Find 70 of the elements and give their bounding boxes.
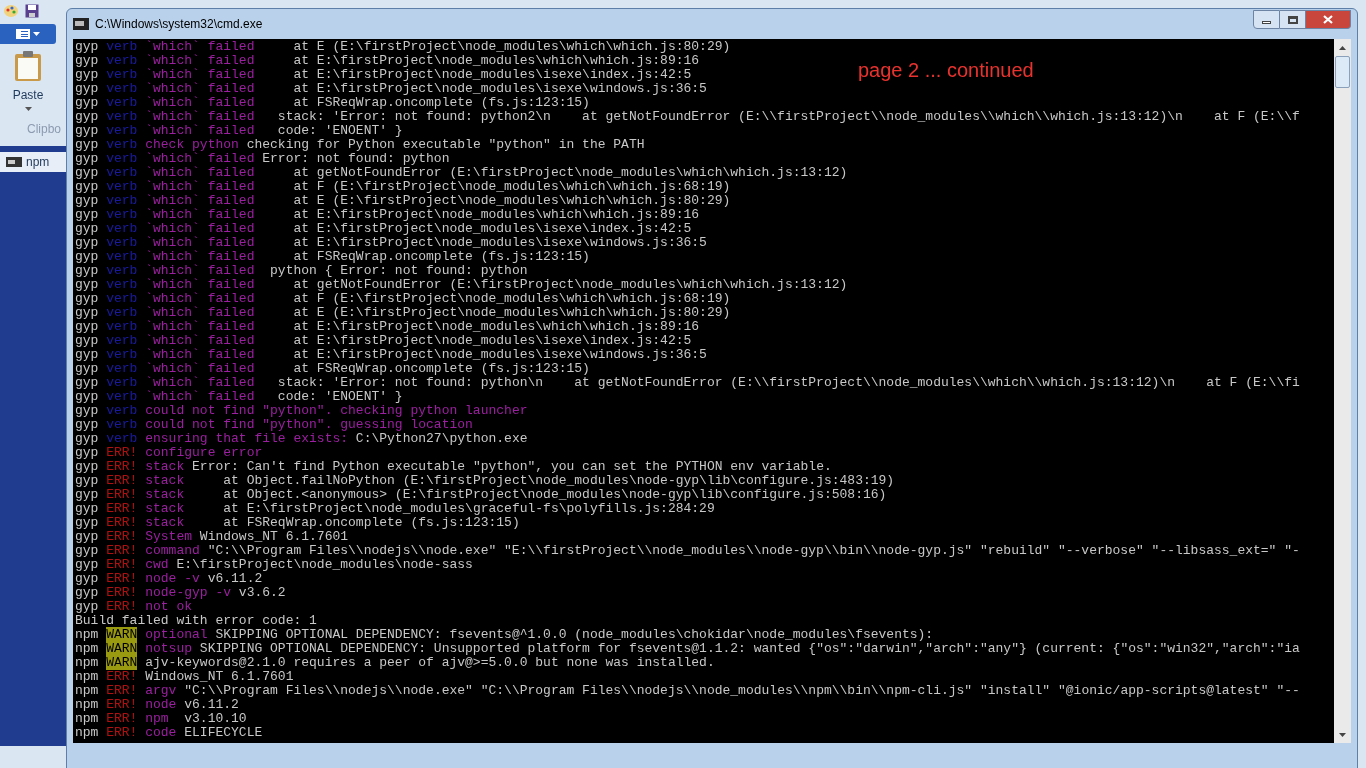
console-line: gyp ERR! stack at Object.<anonymous> (E:\firstProject\node_modules\node-gyp\lib\configure.js:508:16)	[75, 488, 887, 502]
scrollbar[interactable]	[1334, 39, 1351, 743]
console-icon	[6, 157, 22, 167]
scroll-up-icon[interactable]	[1339, 45, 1346, 50]
console-line: gyp verb `which` failed at getNotFoundError (E:\firstProject\node_modules\which\which.js:13:12)	[75, 166, 848, 180]
ribbon-group-label: Clipbo	[27, 121, 63, 138]
task-item[interactable]: npm	[0, 152, 66, 172]
console-line: Build failed with error code: 1	[75, 614, 317, 628]
paint-palette-icon[interactable]	[3, 3, 19, 19]
window-title: C:\Windows\system32\cmd.exe	[95, 16, 263, 33]
console-icon	[73, 18, 89, 30]
console-line: gyp ERR! stack at Object.failNoPython (E:\firstProject\node_modules\node-gyp\lib\configure.js:483:19)	[75, 474, 895, 488]
console-line: gyp ERR! cwd E:\firstProject\node_modules\node-sass	[75, 558, 473, 572]
console-line: gyp verb ensuring that file exists: C:\Python27\python.exe	[75, 432, 528, 446]
console-line: gyp verb `which` failed at E:\firstProject\node_modules\isexe\index.js:42:5	[75, 222, 692, 236]
close-icon	[1323, 15, 1333, 24]
console-line: npm WARN ajv-keywords@2.1.0 requires a peer of ajv@>=5.0.0 but none was installed.	[75, 656, 715, 670]
console-line: gyp verb `which` failed Error: not found: python	[75, 152, 450, 166]
console-line: gyp ERR! node-gyp -v v3.6.2	[75, 586, 286, 600]
console-line: npm ERR! Windows_NT 6.1.7601	[75, 670, 294, 684]
console-line: gyp verb `which` failed at FSReqWrap.oncomplete (fs.js:123:15)	[75, 250, 590, 264]
console-line: gyp verb could not find "python". guessing location	[75, 418, 473, 432]
console-line: gyp verb `which` failed at F (E:\firstProject\node_modules\which\which.js:68:19)	[75, 180, 731, 194]
console-line: gyp verb could not find "python". checking python launcher	[75, 404, 528, 418]
console-line: gyp verb `which` failed at E (E:\firstProject\node_modules\which\which.js:80:29)	[75, 40, 731, 54]
console-line: gyp verb `which` failed at E (E:\firstProject\node_modules\which\which.js:80:29)	[75, 306, 731, 320]
ribbon-menu-button[interactable]	[0, 24, 56, 44]
console-line: npm ERR! node v6.11.2	[75, 698, 239, 712]
console-line: gyp ERR! command "C:\\Program Files\\nodejs\\node.exe" "E:\\firstProject\\node_modules\\node-gyp\\bin\\node-gyp.js" "rebuild" "--verbose" "--libsass_ext=" "-	[75, 544, 1300, 558]
console-line: gyp verb `which` failed at getNotFoundError (E:\firstProject\node_modules\which\which.js:13:12)	[75, 278, 848, 292]
console-line: gyp ERR! configure error	[75, 446, 263, 460]
clipboard-icon	[14, 50, 42, 82]
minimize-button[interactable]	[1253, 10, 1280, 29]
console-line: gyp verb `which` failed at F (E:\firstProject\node_modules\which\which.js:68:19)	[75, 292, 731, 306]
console-line: npm ERR! npm v3.10.10	[75, 712, 247, 726]
console-line: npm ERR! argv "C:\\Program Files\\nodejs\\node.exe" "C:\\Program Files\\nodejs\\node_modules\\npm\\bin\\npm-cli.js" "install" "@ionic/app-scripts@latest" "--	[75, 684, 1300, 698]
console-line: gyp ERR! stack at FSReqWrap.oncomplete (fs.js:123:15)	[75, 516, 520, 530]
console-line: gyp verb `which` failed at E:\firstProject\node_modules\which\which.js:89:16	[75, 320, 700, 334]
console-line: gyp verb `which` failed at E:\firstProject\node_modules\which\which.js:89:16	[75, 54, 700, 68]
maximize-button[interactable]	[1280, 10, 1306, 29]
caret-icon	[24, 107, 32, 111]
scrollbar-thumb[interactable]	[1335, 56, 1350, 88]
console-line: gyp ERR! node -v v6.11.2	[75, 572, 263, 586]
paste-button[interactable]: Paste	[6, 50, 50, 111]
close-button[interactable]	[1306, 10, 1351, 29]
console-line: npm ERR! code ELIFECYCLE	[75, 726, 263, 740]
console-line: gyp ERR! not ok	[75, 600, 193, 614]
console-line: gyp verb `which` failed at FSReqWrap.oncomplete (fs.js:123:15)	[75, 96, 590, 110]
console-line: gyp verb check python checking for Python executable "python" in the PATH	[75, 138, 645, 152]
console-line: gyp ERR! stack at E:\firstProject\node_modules\graceful-fs\polyfills.js:284:29	[75, 502, 715, 516]
console-line: gyp verb `which` failed code: 'ENOENT' }	[75, 390, 403, 404]
console-line: gyp verb `which` failed at E:\firstProject\node_modules\isexe\index.js:42:5	[75, 334, 692, 348]
console-line: gyp verb `which` failed at E:\firstProject\node_modules\isexe\index.js:42:5	[75, 68, 692, 82]
console-line: gyp verb `which` failed stack: 'Error: not found: python\n at getNotFoundError (E:\\firstProject\\node_modules\\which\\which.js:13:12)\n at F (E:\\fi	[75, 376, 1300, 390]
console-line: gyp verb `which` failed code: 'ENOENT' }	[75, 124, 403, 138]
console-line: gyp verb `which` failed at FSReqWrap.oncomplete (fs.js:123:15)	[75, 362, 590, 376]
menu-icon	[16, 29, 30, 39]
console-line: gyp verb `which` failed at E:\firstProject\node_modules\isexe\windows.js:36:5	[75, 348, 707, 362]
console-line: gyp verb `which` failed at E:\firstProject\node_modules\isexe\windows.js:36:5	[75, 82, 707, 96]
caret-icon	[33, 32, 40, 36]
console-line: gyp verb `which` failed at E:\firstProject\node_modules\which\which.js:89:16	[75, 208, 700, 222]
console-line: gyp verb `which` failed python { Error: not found: python	[75, 264, 528, 278]
console-line: gyp ERR! System Windows_NT 6.1.7601	[75, 530, 349, 544]
console-line: gyp ERR! stack Error: Can't find Python executable "python", you can set the PYTHON env variable.	[75, 460, 832, 474]
console-line: gyp verb `which` failed at E:\firstProject\node_modules\isexe\windows.js:36:5	[75, 236, 707, 250]
scroll-down-icon[interactable]	[1339, 732, 1346, 737]
console-line: gyp verb `which` failed at E (E:\firstProject\node_modules\which\which.js:80:29)	[75, 194, 731, 208]
annotation-text: page 2 ... continued	[858, 58, 1034, 83]
console-line: gyp verb `which` failed stack: 'Error: not found: python2\n at getNotFoundError (E:\\firstProject\\node_modules\\which\\which.js:13:12)\n at F (E:\\f	[75, 110, 1300, 124]
save-icon[interactable]	[25, 4, 39, 18]
